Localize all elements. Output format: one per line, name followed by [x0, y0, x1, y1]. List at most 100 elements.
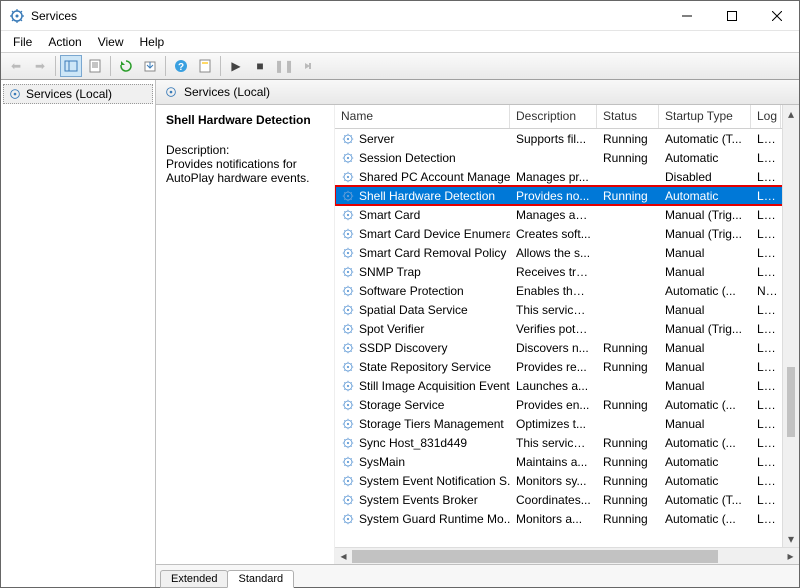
table-row[interactable]: Software ProtectionEnables the ...Automa… [335, 281, 799, 300]
service-gear-icon [341, 379, 355, 393]
description-text: Provides notifications for AutoPlay hard… [166, 157, 324, 185]
table-row[interactable]: Smart Card Removal PolicyAllows the s...… [335, 243, 799, 262]
scroll-left-arrow[interactable]: ◂ [335, 549, 352, 563]
cell-status: Running [597, 150, 659, 166]
table-row[interactable]: Smart Card Device Enumera...Creates soft… [335, 224, 799, 243]
service-gear-icon [341, 474, 355, 488]
table-row[interactable]: SSDP DiscoveryDiscovers n...RunningManua… [335, 338, 799, 357]
toolbar-separator [220, 56, 221, 76]
tree-pane[interactable]: Services (Local) [1, 80, 156, 587]
help-button[interactable]: ? [170, 55, 192, 77]
table-row[interactable]: Spatial Data ServiceThis service ...Manu… [335, 300, 799, 319]
table-row[interactable]: Shell Hardware DetectionProvides no...Ru… [335, 186, 799, 205]
scroll-down-arrow[interactable]: ▾ [783, 530, 799, 547]
cell-name: Smart Card Device Enumera... [335, 226, 510, 242]
menu-action[interactable]: Action [40, 33, 89, 51]
table-row[interactable]: Sync Host_831d449This service ...Running… [335, 433, 799, 452]
content-area: Services (Local) Services (Local) Shell … [1, 80, 799, 587]
maximize-button[interactable] [709, 1, 754, 30]
vertical-scroll-thumb[interactable] [787, 367, 795, 437]
cell-name: Sync Host_831d449 [335, 435, 510, 451]
cell-startup: Disabled [659, 169, 751, 185]
show-hide-tree-button[interactable] [60, 55, 82, 77]
back-button[interactable]: ⬅ [5, 55, 27, 77]
cell-status: Running [597, 188, 659, 204]
cell-logon: Loc [751, 321, 781, 337]
menu-file[interactable]: File [5, 33, 40, 51]
cell-description: Receives tra... [510, 264, 597, 280]
table-row[interactable]: Storage ServiceProvides en...RunningAuto… [335, 395, 799, 414]
cell-status: Running [597, 492, 659, 508]
cell-logon: Loc [751, 340, 781, 356]
start-service-button[interactable]: ▶ [225, 55, 247, 77]
service-gear-icon [341, 284, 355, 298]
menu-view[interactable]: View [90, 33, 132, 51]
toolbar-separator [165, 56, 166, 76]
cell-logon: Loc [751, 397, 781, 413]
stop-service-button[interactable]: ■ [249, 55, 271, 77]
vertical-scrollbar[interactable]: ▴ ▾ [782, 105, 799, 547]
cell-description: Monitors sy... [510, 473, 597, 489]
table-row[interactable]: System Event Notification S...Monitors s… [335, 471, 799, 490]
table-row[interactable]: SysMainMaintains a...RunningAutomaticLoc [335, 452, 799, 471]
table-row[interactable]: State Repository ServiceProvides re...Ru… [335, 357, 799, 376]
horizontal-scroll-thumb[interactable] [352, 550, 718, 563]
titlebar[interactable]: Services [1, 1, 799, 31]
cell-name: Shell Hardware Detection [335, 188, 510, 204]
cell-startup: Manual (Trig... [659, 207, 751, 223]
column-headers: Name Description Status Startup Type Log [335, 105, 799, 129]
cell-description: Monitors a... [510, 511, 597, 527]
col-startup-type[interactable]: Startup Type [659, 105, 751, 128]
forward-button[interactable]: ➡ [29, 55, 51, 77]
table-row[interactable]: Storage Tiers ManagementOptimizes t...Ma… [335, 414, 799, 433]
service-rows[interactable]: ServerSupports fil...RunningAutomatic (T… [335, 129, 799, 547]
service-gear-icon [341, 303, 355, 317]
table-row[interactable]: System Events BrokerCoordinates...Runnin… [335, 490, 799, 509]
col-name[interactable]: Name [335, 105, 510, 128]
cell-status [597, 271, 659, 273]
service-gear-icon [341, 341, 355, 355]
pane-header: Services (Local) [156, 80, 799, 105]
table-row[interactable]: ServerSupports fil...RunningAutomatic (T… [335, 129, 799, 148]
menu-help[interactable]: Help [132, 33, 173, 51]
tab-standard[interactable]: Standard [227, 570, 294, 588]
cell-logon: Loc [751, 245, 781, 261]
cell-status [597, 252, 659, 254]
restart-service-button[interactable] [297, 55, 319, 77]
cell-description [510, 157, 597, 159]
cell-status [597, 423, 659, 425]
scroll-right-arrow[interactable]: ▸ [782, 549, 799, 563]
table-row[interactable]: Shared PC Account ManagerManages pr...Di… [335, 167, 799, 186]
cell-logon: Net [751, 283, 781, 299]
col-status[interactable]: Status [597, 105, 659, 128]
pause-service-button[interactable]: ❚❚ [273, 55, 295, 77]
table-row[interactable]: Smart CardManages ac...Manual (Trig...Lo… [335, 205, 799, 224]
cell-description: Verifies pote... [510, 321, 597, 337]
table-row[interactable]: Session DetectionRunningAutomaticLoc [335, 148, 799, 167]
properties-button[interactable] [84, 55, 106, 77]
cell-name: Still Image Acquisition Events [335, 378, 510, 394]
table-row[interactable]: Still Image Acquisition EventsLaunches a… [335, 376, 799, 395]
cell-logon: Loc [751, 511, 781, 527]
properties-page-button[interactable] [194, 55, 216, 77]
horizontal-scrollbar[interactable]: ◂ ▸ [335, 547, 799, 564]
col-logon-as[interactable]: Log [751, 105, 781, 128]
refresh-button[interactable] [115, 55, 137, 77]
cell-logon: Loc [751, 454, 781, 470]
tree-root-services-local[interactable]: Services (Local) [3, 84, 153, 104]
col-description[interactable]: Description [510, 105, 597, 128]
table-row[interactable]: Spot VerifierVerifies pote...Manual (Tri… [335, 319, 799, 338]
export-button[interactable] [139, 55, 161, 77]
toolbar-separator [55, 56, 56, 76]
table-row[interactable]: System Guard Runtime Mo...Monitors a...R… [335, 509, 799, 528]
table-row[interactable]: SNMP TrapReceives tra...ManualLoc [335, 262, 799, 281]
cell-status [597, 290, 659, 292]
service-gear-icon [341, 455, 355, 469]
cell-name: State Repository Service [335, 359, 510, 375]
services-header-icon [164, 85, 178, 99]
minimize-button[interactable] [664, 1, 709, 30]
cell-description: Provides re... [510, 359, 597, 375]
close-button[interactable] [754, 1, 799, 30]
scroll-up-arrow[interactable]: ▴ [783, 105, 799, 122]
tab-extended[interactable]: Extended [160, 570, 228, 588]
